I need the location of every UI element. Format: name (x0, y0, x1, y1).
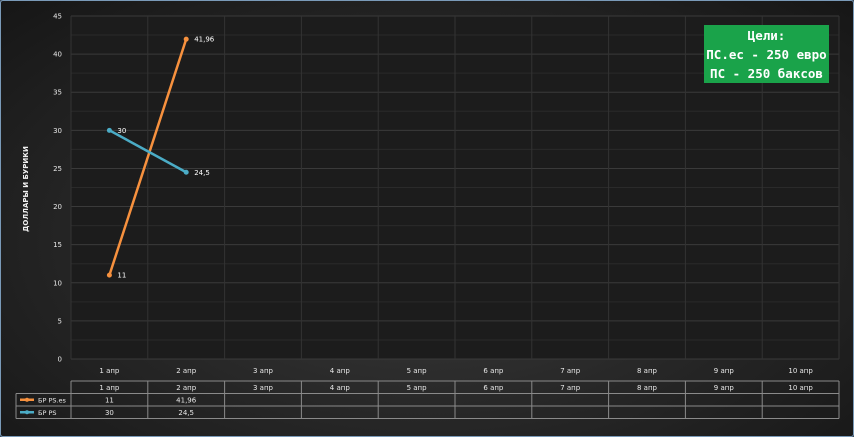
y-tick-label: 40 (53, 51, 62, 59)
data-label: 41,96 (194, 36, 215, 44)
x-tick-label: 3 апр (253, 367, 274, 375)
y-tick-label: 25 (53, 165, 62, 173)
data-point (106, 272, 112, 278)
data-point (106, 127, 112, 133)
table-header-cell: 7 апр (560, 384, 581, 392)
goals-title: Цели: (747, 28, 786, 43)
x-tick-label: 1 апр (99, 367, 120, 375)
x-tick-label: 9 апр (714, 367, 735, 375)
goal-ps: ПС - 250 баксов (710, 66, 823, 81)
legend-marker (25, 397, 29, 402)
table-header-cell: 10 апр (788, 384, 813, 392)
table-value-cell: 41,96 (176, 396, 197, 404)
y-tick-label: 30 (53, 127, 62, 135)
y-tick-label: 35 (53, 89, 62, 97)
y-tick-label: 10 (53, 279, 62, 287)
x-tick-label: 10 апр (788, 367, 813, 375)
table-header-cell: 3 апр (253, 384, 274, 392)
table-header-cell: 4 апр (330, 384, 351, 392)
table-header-cell: 9 апр (714, 384, 735, 392)
x-tick-label: 8 апр (637, 367, 658, 375)
table-value-cell: 30 (105, 409, 114, 417)
table-value-cell: 11 (105, 396, 114, 404)
x-tick-label: 2 апр (176, 367, 197, 375)
y-tick-label: 20 (53, 203, 62, 211)
table-header-cell: 8 апр (637, 384, 658, 392)
chart-frame: 0 5 10 15 20 25 30 35 40 45 1 апр 2 апр 3 апр 4 апр 5 … (0, 0, 854, 437)
data-point (183, 36, 189, 42)
table-header-cell: 6 апр (483, 384, 504, 392)
legend-series-name: БР PS.es (38, 396, 67, 404)
data-label: 11 (117, 272, 126, 280)
x-tick-label: 7 апр (560, 367, 581, 375)
y-tick-label: 45 (53, 13, 62, 21)
goals-box: Цели: ПС.ес - 250 евро ПС - 250 баксов (704, 25, 829, 83)
x-tick-label: 6 апр (483, 367, 504, 375)
y-tick-label: 0 (58, 356, 62, 364)
y-tick-label: 5 (58, 317, 62, 325)
data-label: 24,5 (194, 169, 210, 177)
x-tick-label: 5 апр (407, 367, 428, 375)
y-axis-title: ДОЛЛАРЫ И БУРИКИ (22, 146, 30, 232)
table-header-cell: 1 апр (99, 384, 120, 392)
legend-series-name: БР PS (38, 409, 57, 417)
table-header-cell: 2 апр (176, 384, 197, 392)
x-tick-label: 4 апр (330, 367, 351, 375)
legend-marker (25, 410, 29, 415)
table-value-cell: 24,5 (178, 409, 194, 417)
goal-ps-es: ПС.ес - 250 евро (706, 47, 827, 62)
table-header-cell: 5 апр (407, 384, 428, 392)
y-tick-label: 15 (53, 241, 62, 249)
data-label: 30 (117, 127, 126, 135)
data-point (183, 169, 189, 175)
